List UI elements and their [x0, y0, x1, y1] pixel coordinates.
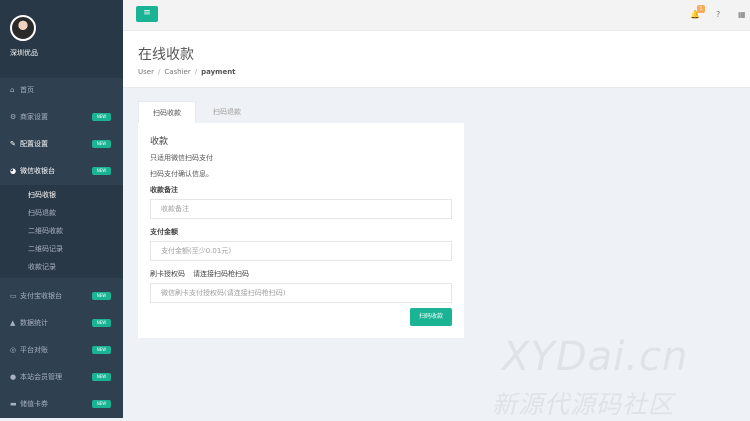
breadcrumb-separator: / — [157, 68, 161, 76]
breadcrumb-current: payment — [201, 68, 236, 76]
sidebar: 深圳优品 扫码收银 扫码退款 二维码收款 二维码记录 收款记录 ⌂ 首页 ⚙ 商… — [0, 0, 123, 418]
menu-toggle-button[interactable]: ≡ — [136, 6, 158, 22]
nav-item-label: 本站会员管理 — [20, 373, 62, 381]
nav-item-label: 数据统计 — [20, 319, 48, 327]
scan-pay-submit-button[interactable]: 扫码收款 — [410, 308, 452, 326]
profile-name[interactable]: 深圳优品 — [10, 48, 38, 58]
notification-count-badge: 1 — [697, 5, 705, 13]
amount-input[interactable]: 支付金额(至少0.01元) — [150, 241, 452, 261]
nav-item-label: 平台对账 — [20, 346, 48, 354]
watermark-text: 新源代源码社区 — [492, 390, 675, 419]
tab-scan-refund[interactable]: 扫码退款 — [198, 101, 256, 124]
nav-item-home[interactable]: ⌂ 首页 — [0, 79, 123, 101]
payment-form-panel: 收款 只适用微信扫码支付 扫码支付确认信息。 收款备注 收款备注 支付金额 支付… — [138, 123, 464, 338]
description-line-2: 扫码支付确认信息。 — [150, 170, 213, 178]
home-icon: ⌂ — [10, 86, 15, 94]
nav-item-label: 微信收银台 — [20, 167, 55, 175]
new-badge: NEW — [92, 113, 111, 121]
new-badge: NEW — [92, 292, 111, 300]
wechat-icon: ◕ — [10, 167, 17, 175]
nav-item-label: 支付宝收银台 — [20, 292, 62, 300]
chart-icon: ▲ — [10, 319, 16, 327]
nav-item-member-management[interactable]: ● 本站会员管理 NEW — [0, 366, 123, 388]
submenu-item-qrcode-records[interactable]: 二维码记录 — [28, 244, 63, 254]
submenu-item-payment-records[interactable]: 收款记录 — [28, 262, 56, 272]
section-title: 收款 — [150, 137, 169, 147]
help-icon[interactable]: ? — [716, 10, 720, 19]
nav-item-statistics[interactable]: ▲ 数据统计 NEW — [0, 312, 123, 334]
submenu-item-scan-refund[interactable]: 扫码退款 — [28, 208, 56, 218]
nav-item-stored-value-cards[interactable]: ▬ 储值卡券 NEW — [0, 393, 123, 415]
page-title: 在线收款 — [138, 47, 194, 63]
laptop-icon: ▭ — [10, 292, 17, 300]
remark-label: 收款备注 — [150, 186, 178, 194]
new-badge: NEW — [92, 400, 111, 408]
nav-item-label: 商家设置 — [20, 113, 48, 121]
tab-scan-pay[interactable]: 扫码收款 — [138, 101, 196, 124]
description-line-1: 只适用微信扫码支付 — [150, 154, 213, 162]
authcode-hint: 请连接扫码枪扫码 — [193, 270, 249, 278]
new-badge: NEW — [92, 346, 111, 354]
nav-item-label: 储值卡券 — [20, 400, 48, 408]
nav-item-wechat-cashier[interactable]: ◕ 微信收银台 NEW — [0, 160, 123, 182]
remark-input[interactable]: 收款备注 — [150, 199, 452, 219]
page-heading: 在线收款 User / Cashier / payment — [123, 30, 750, 88]
wrench-icon: ✎ — [10, 140, 16, 148]
breadcrumb-separator: / — [194, 68, 198, 76]
nav-item-label: 首页 — [20, 86, 34, 94]
avatar[interactable] — [10, 15, 36, 41]
authcode-label: 刷卡授权码 请连接扫码枪扫码 — [150, 269, 249, 279]
submenu-item-qrcode-pay[interactable]: 二维码收款 — [28, 226, 63, 236]
new-badge: NEW — [92, 167, 111, 175]
new-badge: NEW — [92, 373, 111, 381]
nav-item-merchant-settings[interactable]: ⚙ 商家设置 NEW — [0, 106, 123, 128]
nav-item-alipay-cashier[interactable]: ▭ 支付宝收银台 NEW — [0, 285, 123, 307]
watermark-domain: XYDai.cn — [502, 334, 689, 380]
card-icon: ▬ — [10, 400, 17, 408]
nav-item-label: 配置设置 — [20, 140, 48, 148]
nav-item-reconciliation[interactable]: ◎ 平台对账 NEW — [0, 339, 123, 361]
top-navbar: ≡ 🔔 1 ? ▦ — [123, 0, 750, 30]
breadcrumb-user[interactable]: User — [138, 68, 154, 76]
globe-icon: ◎ — [10, 346, 17, 354]
breadcrumb: User / Cashier / payment — [138, 68, 236, 76]
profile-panel: 深圳优品 — [0, 0, 123, 78]
cogs-icon: ⚙ — [10, 113, 17, 121]
breadcrumb-cashier[interactable]: Cashier — [164, 68, 190, 76]
nav-item-config-settings[interactable]: ✎ 配置设置 NEW — [0, 133, 123, 155]
amount-label: 支付金额 — [150, 228, 178, 236]
new-badge: NEW — [92, 319, 111, 327]
authcode-input[interactable]: 微信刷卡支付授权码(请连接扫码枪扫码) — [150, 283, 452, 303]
new-badge: NEW — [92, 140, 111, 148]
message-icon[interactable]: ▦ — [738, 10, 746, 19]
submenu-wechat: 扫码收银 扫码退款 二维码收款 二维码记录 收款记录 — [0, 185, 123, 278]
user-icon: ● — [10, 373, 17, 381]
submenu-item-scan-pay[interactable]: 扫码收银 — [28, 190, 56, 200]
authcode-label-text: 刷卡授权码 — [150, 270, 185, 278]
